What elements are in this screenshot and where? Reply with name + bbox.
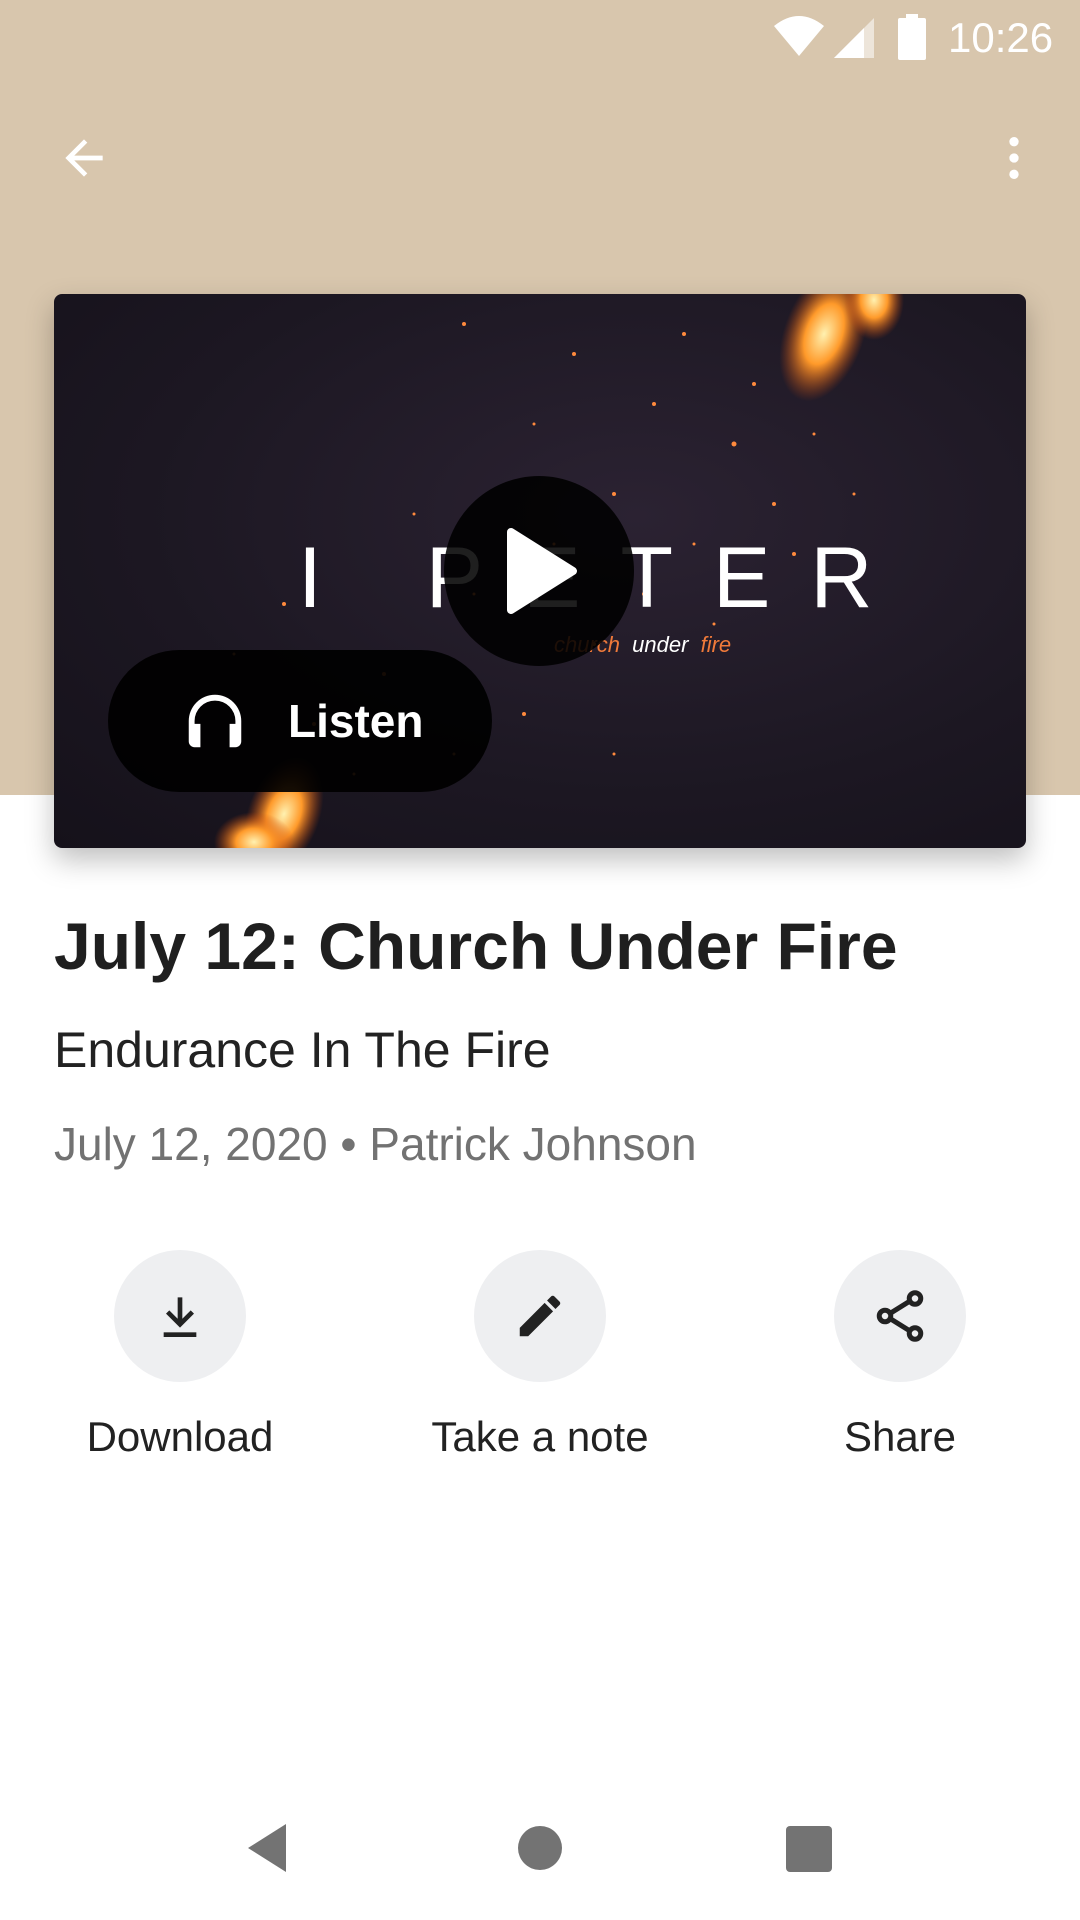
status-bar: 10:26 — [0, 0, 1080, 77]
sermon-meta: July 12, 2020 • Patrick Johnson — [54, 1118, 697, 1170]
artwork-subtitle-under: under — [632, 632, 690, 657]
nav-recents-icon[interactable] — [786, 1826, 832, 1872]
download-icon — [163, 1297, 197, 1337]
battery-icon — [898, 14, 926, 60]
arrow-back-icon — [65, 139, 103, 177]
listen-label: Listen — [288, 695, 424, 747]
play-video-button[interactable] — [444, 476, 634, 666]
headphones-icon — [188, 694, 242, 748]
share-button[interactable] — [834, 1250, 966, 1382]
wifi-icon — [774, 16, 824, 56]
listen-button[interactable]: Listen — [108, 650, 492, 792]
share-action[interactable]: Share — [750, 1250, 1050, 1462]
play-icon — [507, 528, 577, 614]
artwork-subtitle-fire: fire — [701, 632, 732, 657]
system-nav-bar — [0, 1800, 1080, 1920]
take-note-action[interactable]: Take a note — [390, 1250, 690, 1462]
back-button[interactable] — [46, 120, 122, 196]
share-label: Share — [843, 1413, 957, 1460]
more-options-button[interactable] — [976, 120, 1052, 196]
take-note-label: Take a note — [431, 1413, 649, 1460]
share-icon — [876, 1290, 924, 1342]
sermon-subtitle: Endurance In The Fire — [54, 1022, 551, 1078]
download-action[interactable]: Download — [30, 1250, 330, 1462]
nav-back-icon[interactable] — [244, 1822, 290, 1874]
status-time: 10:26 — [948, 14, 1054, 61]
sermon-title: July 12: Church Under Fire — [54, 909, 898, 983]
download-label: Download — [86, 1413, 274, 1460]
sermon-media-card[interactable]: I PETER church under fire Listen — [54, 294, 1026, 848]
download-button[interactable] — [114, 1250, 246, 1382]
take-note-button[interactable] — [474, 1250, 606, 1382]
more-vert-icon — [1009, 137, 1019, 179]
signal-icon — [834, 18, 874, 58]
nav-home-icon[interactable] — [518, 1826, 562, 1870]
pencil-icon — [519, 1295, 561, 1337]
